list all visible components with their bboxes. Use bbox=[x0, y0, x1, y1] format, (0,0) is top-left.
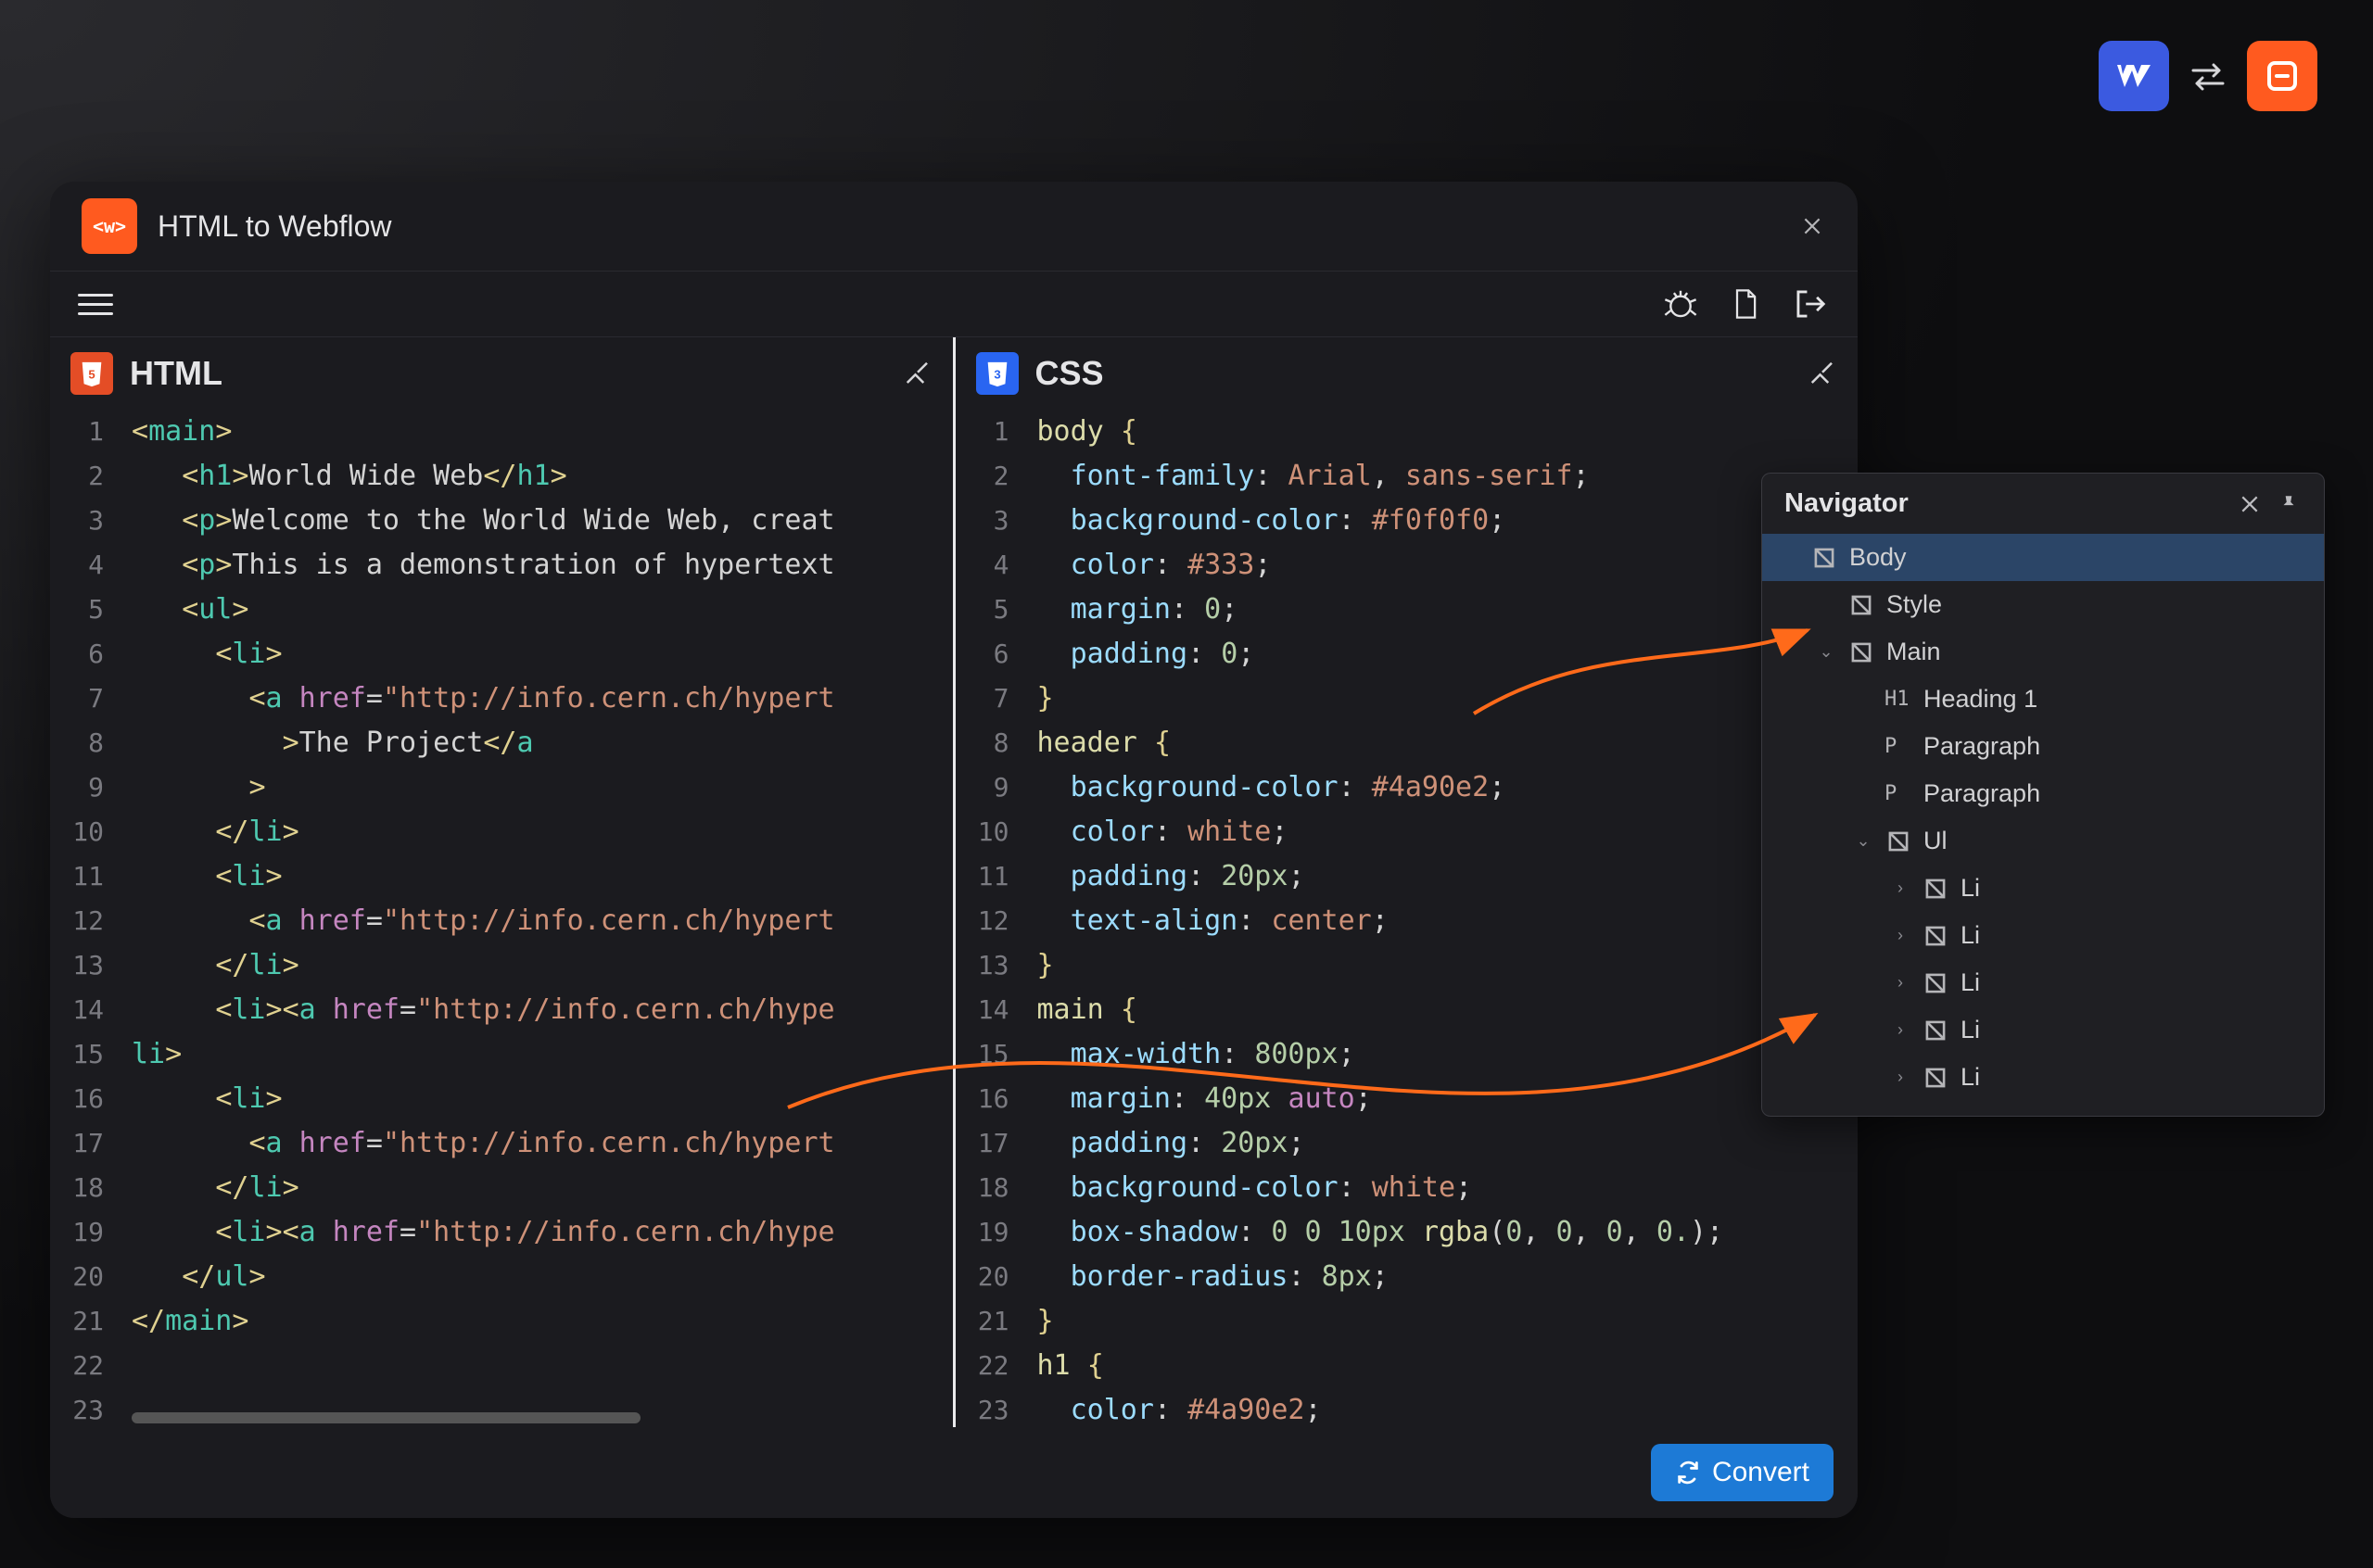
navigator-item[interactable]: ⌄Ul bbox=[1762, 817, 2324, 865]
navigator-item[interactable]: P Paragraph bbox=[1762, 723, 2324, 770]
svg-text:5: 5 bbox=[88, 368, 95, 382]
file-icon[interactable] bbox=[1726, 285, 1765, 323]
box-icon bbox=[1922, 1064, 1949, 1092]
box-icon bbox=[1922, 922, 1949, 950]
app-window: <w> HTML to Webflow 5 bbox=[50, 182, 1858, 1518]
convert-label: Convert bbox=[1712, 1457, 1809, 1488]
html-label: HTML bbox=[130, 354, 886, 393]
navigator-item[interactable]: Body bbox=[1762, 534, 2324, 581]
navigator-item[interactable]: Style bbox=[1762, 581, 2324, 628]
html-pane-header: 5 HTML bbox=[50, 337, 953, 410]
navigator-pin-icon[interactable] bbox=[2276, 491, 2302, 517]
navigator-item[interactable]: ›Li bbox=[1762, 1054, 2324, 1101]
type-badge: P bbox=[1884, 782, 1912, 805]
navigator-item[interactable]: H1 Heading 1 bbox=[1762, 676, 2324, 723]
clear-css-button[interactable] bbox=[1808, 359, 1837, 388]
box-icon bbox=[1847, 639, 1875, 666]
navigator-item[interactable]: ›Li bbox=[1762, 865, 2324, 912]
css-label: CSS bbox=[1035, 354, 1792, 393]
bug-icon[interactable] bbox=[1661, 285, 1700, 323]
box-icon bbox=[1922, 969, 1949, 997]
navigator-item-label: Heading 1 bbox=[1923, 685, 2307, 714]
navigator-item-label: Paragraph bbox=[1923, 732, 2307, 761]
type-badge: P bbox=[1884, 735, 1912, 758]
css-editor[interactable]: 1234567891011121314151617181920212223 bo… bbox=[956, 410, 1859, 1427]
navigator-item[interactable]: P Paragraph bbox=[1762, 770, 2324, 817]
editor-panes: 5 HTML 123456789101112131415161718192021… bbox=[50, 337, 1858, 1427]
secondary-logo bbox=[2247, 41, 2317, 111]
box-icon bbox=[1884, 828, 1912, 855]
navigator-item-label: Body bbox=[1849, 543, 2307, 572]
navigator-item-label: Li bbox=[1961, 921, 2307, 950]
box-icon bbox=[1847, 591, 1875, 619]
navigator-item-label: Li bbox=[1961, 874, 2307, 903]
navigator-item[interactable]: ›Li bbox=[1762, 1006, 2324, 1054]
box-icon bbox=[1922, 1017, 1949, 1044]
navigator-item[interactable]: ›Li bbox=[1762, 912, 2324, 959]
navigator-item[interactable]: ⌄Main bbox=[1762, 628, 2324, 676]
css-pane-header: 3 CSS bbox=[956, 337, 1859, 410]
svg-text:3: 3 bbox=[994, 368, 1000, 382]
box-icon bbox=[1810, 544, 1838, 572]
navigator-title: Navigator bbox=[1784, 488, 2224, 519]
html-scrollbar[interactable] bbox=[132, 1412, 953, 1423]
toolbar bbox=[50, 272, 1858, 337]
convert-button[interactable]: Convert bbox=[1651, 1444, 1834, 1501]
css3-icon: 3 bbox=[976, 352, 1019, 395]
app-title: HTML to Webflow bbox=[158, 209, 1778, 244]
app-icon: <w> bbox=[82, 198, 137, 254]
navigator-close-icon[interactable] bbox=[2237, 491, 2263, 517]
webflow-logo bbox=[2099, 41, 2169, 111]
menu-button[interactable] bbox=[78, 285, 117, 323]
box-icon bbox=[1922, 875, 1949, 903]
clear-html-button[interactable] bbox=[903, 359, 933, 388]
navigator-tree: Body Style ⌄Main H1 Heading 1 P Paragraph P Para… bbox=[1762, 534, 2324, 1116]
css-pane: 3 CSS 1234567891011121314151617181920212… bbox=[956, 337, 1859, 1427]
navigator-item[interactable]: ›Li bbox=[1762, 959, 2324, 1006]
navigator-item-label: Li bbox=[1961, 1016, 2307, 1044]
close-button[interactable] bbox=[1798, 212, 1826, 240]
logout-icon[interactable] bbox=[1791, 285, 1830, 323]
html-pane: 5 HTML 123456789101112131415161718192021… bbox=[50, 337, 953, 1427]
navigator-item-label: Ul bbox=[1923, 827, 2307, 855]
swap-arrows-icon bbox=[2189, 57, 2227, 95]
navigator-item-label: Li bbox=[1961, 1063, 2307, 1092]
footer: Convert bbox=[50, 1427, 1858, 1518]
navigator-item-label: Paragraph bbox=[1923, 779, 2307, 808]
navigator-header: Navigator bbox=[1762, 474, 2324, 534]
navigator-item-label: Main bbox=[1886, 638, 2307, 666]
titlebar: <w> HTML to Webflow bbox=[50, 182, 1858, 272]
html5-icon: 5 bbox=[70, 352, 113, 395]
header-logos bbox=[2099, 41, 2317, 111]
navigator-item-label: Li bbox=[1961, 968, 2307, 997]
navigator-panel: Navigator Body Style ⌄Main H1 Heading 1 P Para… bbox=[1761, 473, 2325, 1117]
html-editor[interactable]: 1234567891011121314151617181920212223 <m… bbox=[50, 410, 953, 1427]
type-badge: H1 bbox=[1884, 688, 1912, 711]
navigator-item-label: Style bbox=[1886, 590, 2307, 619]
